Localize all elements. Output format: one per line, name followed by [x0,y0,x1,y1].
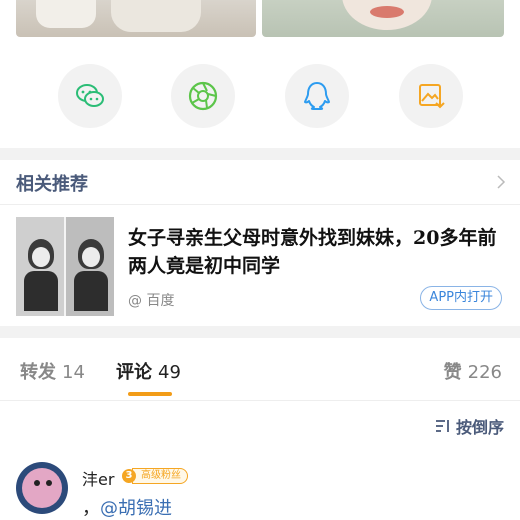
sort-label: 按倒序 [455,418,504,437]
comment-username[interactable]: 沣er [82,466,114,490]
mention-link[interactable]: @胡锡进 [100,498,172,519]
sort-icon [435,420,449,432]
tab-comment[interactable]: 评论 49 [116,358,181,384]
tab-repost[interactable]: 转发 14 [20,358,85,384]
section-divider [0,148,520,160]
comment-text: ，@胡锡进 [82,494,172,520]
wechat-icon [76,84,104,107]
avatar[interactable] [16,462,68,514]
save-image-button[interactable] [399,64,463,128]
sort-order-button[interactable]: 按倒序 [434,414,504,438]
post-image-left[interactable] [16,0,256,37]
fan-badge-label: 高级粉丝 [132,468,188,484]
section-divider [0,326,520,338]
tab-repost-count: 14 [62,362,85,383]
share-qq-button[interactable] [285,64,349,128]
tab-like[interactable]: 赞 226 [444,358,502,384]
related-article-card[interactable]: 女子寻亲生父母时意外找到妹妹，20多年前两人竟是初中同学 @ 百度 APP内打开 [0,204,520,326]
related-header[interactable]: 相关推荐 [0,160,520,205]
post-images [0,0,520,40]
article-headline: 女子寻亲生父母时意外找到妹妹，20多年前两人竟是初中同学 [128,227,497,277]
share-row [0,64,520,128]
fan-level: 3 [122,469,136,483]
tab-comment-label: 评论 [116,362,152,383]
save-image-icon [419,84,445,109]
article-thumbnail [16,217,114,316]
qq-icon [304,82,330,110]
interaction-tabs: 转发 14 评论 49 赞 226 [0,338,520,401]
open-in-app-button[interactable]: APP内打开 [420,286,502,310]
share-wechat-button[interactable] [58,64,122,128]
active-tab-indicator [128,392,172,396]
tab-comment-count: 49 [158,362,181,383]
related-title: 相关推荐 [16,174,88,195]
fan-badge[interactable]: 3 高级粉丝 [122,468,188,484]
tab-like-label: 赞 [443,362,462,383]
share-moments-button[interactable] [171,64,235,128]
tab-repost-label: 转发 [20,362,56,383]
moments-icon [188,81,218,111]
comment-item: 沣er 3 高级粉丝 ，@胡锡进 [0,462,520,520]
post-image-right[interactable] [262,0,504,37]
article-source: @ 百度 [128,293,175,309]
chevron-right-icon [497,175,506,189]
tab-like-count: 226 [467,362,502,383]
comment-prefix: ， [82,498,100,519]
